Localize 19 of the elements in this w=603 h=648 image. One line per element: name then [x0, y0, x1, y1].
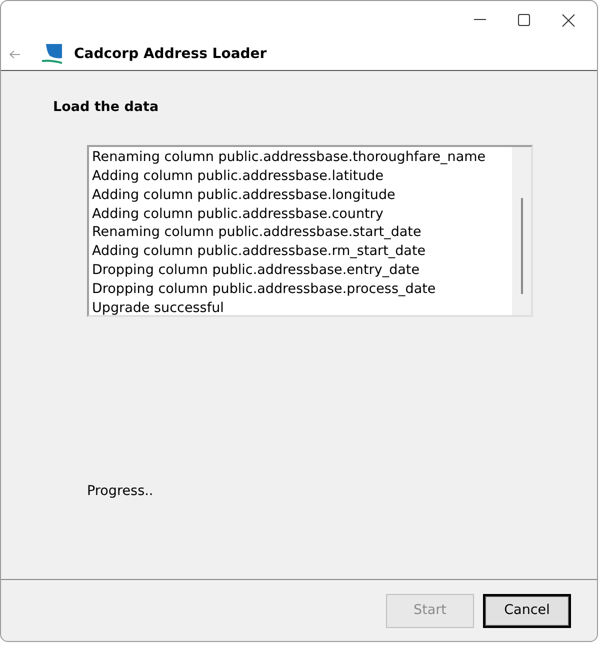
minimize-icon[interactable]	[474, 19, 486, 21]
log-line: Dropping column public.addressbase.entry_date	[92, 261, 421, 280]
log-line: Adding column public.addressbase.country	[92, 204, 384, 224]
scrollbar[interactable]	[512, 147, 531, 316]
log-line: Adding column public.addressbase.longitude	[92, 186, 396, 205]
maximize-icon[interactable]	[518, 14, 530, 26]
cancel-button[interactable]: Cancel	[483, 594, 571, 628]
log-line: Adding column public.addressbase.rm_start_date	[92, 242, 427, 262]
progress-label: Progress..	[87, 482, 154, 502]
app-logo-icon	[42, 44, 62, 64]
close-icon[interactable]	[562, 14, 575, 26]
back-arrow-icon[interactable]	[9, 50, 20, 58]
log-line: Adding column public.addressbase.latitude	[92, 167, 385, 186]
log-line: Upgrade successful	[92, 298, 225, 316]
window-title: Cadcorp Address Loader	[74, 44, 267, 64]
log-line: Renaming column public.addressbase.thoroughfare_name	[92, 148, 487, 168]
log-line: Renaming column public.addressbase.start_date	[92, 223, 422, 242]
page-heading: Load the data	[53, 98, 160, 117]
log-line: Dropping column public.addressbase.process_date	[92, 280, 437, 299]
